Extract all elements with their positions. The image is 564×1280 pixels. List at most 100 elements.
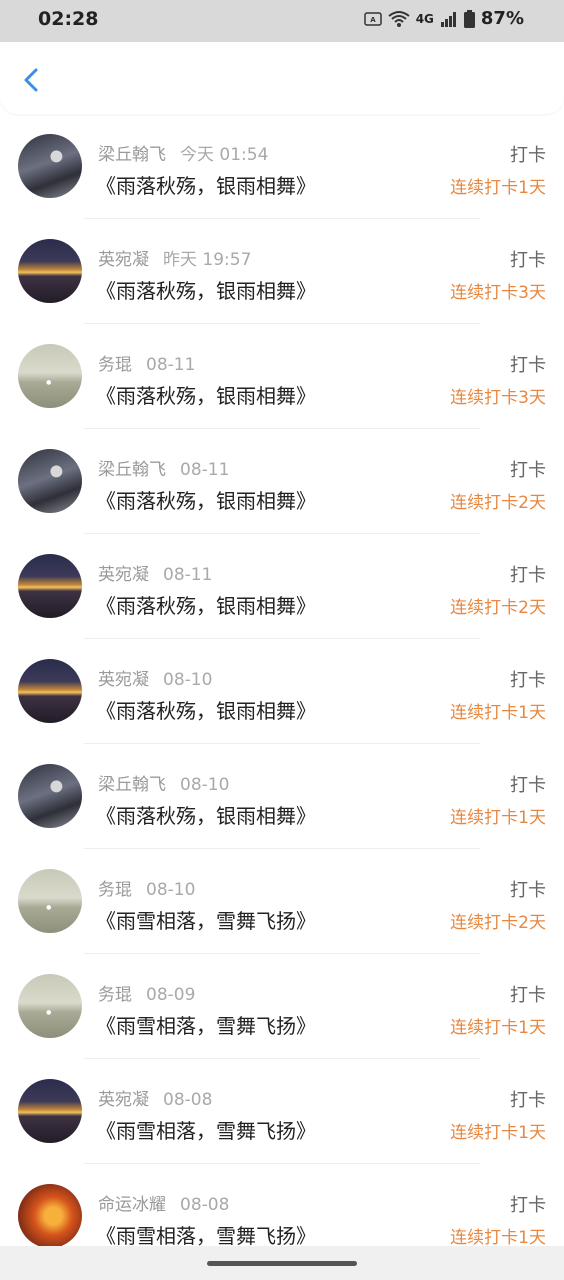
item-title[interactable]: 《雨雪相落，雪舞飞扬》 — [96, 905, 316, 934]
post-date: 08-11 — [146, 355, 196, 375]
list-item[interactable]: 英宛凝 昨天 19:57 《雨落秋殇，银雨相舞》 打卡连续打卡3天 — [0, 219, 564, 324]
checkin-label: 打卡 — [510, 460, 546, 481]
name-line: 梁丘翰飞 今天 01:54 — [98, 140, 268, 165]
streak-badge: 连续打卡1天 — [450, 808, 546, 828]
svg-text:A: A — [370, 16, 376, 24]
item-title[interactable]: 《雨雪相落，雪舞飞扬》 — [96, 1220, 316, 1249]
status-time: 02:28 — [38, 8, 99, 30]
user-name[interactable]: 命运冰耀 — [98, 1195, 166, 1215]
checkin-label: 打卡 — [510, 355, 546, 376]
list-item[interactable]: 英宛凝 08-10 《雨落秋殇，银雨相舞》 打卡连续打卡1天 — [0, 639, 564, 744]
app-header — [0, 42, 564, 114]
streak-badge: 连续打卡1天 — [450, 1123, 546, 1143]
chevron-left-icon — [14, 62, 50, 98]
checkin-list: 梁丘翰飞 今天 01:54 《雨落秋殇，银雨相舞》 打卡 连续打卡1天 英宛凝 昨天 19:… — [0, 114, 564, 1269]
post-date: 08-11 — [163, 565, 213, 585]
list-item[interactable]: 梁丘翰飞 今天 01:54 《雨落秋殇，银雨相舞》 打卡 连续打卡1天 — [0, 114, 564, 219]
name-line: 英宛凝 08-08 — [98, 1085, 212, 1110]
item-title[interactable]: 《雨落秋殇，银雨相舞》 — [96, 485, 316, 514]
checkin-label: 打卡 — [510, 775, 546, 796]
post-date: 08-09 — [146, 985, 196, 1005]
status-icons: A 4G 87% — [363, 8, 524, 29]
avatar[interactable] — [18, 239, 82, 303]
post-date: 08-11 — [180, 460, 230, 480]
name-line: 英宛凝 昨天 19:57 — [98, 245, 251, 270]
battery-percent: 87% — [480, 8, 524, 29]
signal-icon — [440, 11, 458, 27]
item-title[interactable]: 《雨落秋殇，银雨相舞》 — [96, 275, 316, 304]
avatar[interactable] — [18, 974, 82, 1038]
streak-badge: 连续打卡3天 — [450, 388, 546, 408]
checkin-label: 打卡 — [510, 250, 546, 271]
list-item[interactable]: 梁丘翰飞 08-10 《雨落秋殇，银雨相舞》 打卡连续打卡1天 — [0, 744, 564, 849]
item-title[interactable]: 《雨落秋殇，银雨相舞》 — [96, 695, 316, 724]
navigation-bar — [0, 1246, 564, 1280]
battery-icon — [463, 9, 475, 28]
checkin-label: 打卡 — [510, 1195, 546, 1216]
user-name[interactable]: 英宛凝 — [98, 565, 149, 585]
avatar[interactable] — [18, 1079, 82, 1143]
avatar[interactable] — [18, 449, 82, 513]
post-date: 昨天 19:57 — [163, 250, 252, 270]
item-title[interactable]: 《雨落秋殇，银雨相舞》 — [96, 800, 316, 829]
post-date: 08-10 — [163, 670, 213, 690]
name-line: 英宛凝 08-10 — [98, 665, 212, 690]
avatar[interactable] — [18, 869, 82, 933]
avatar[interactable] — [18, 659, 82, 723]
avatar[interactable] — [18, 1184, 82, 1248]
name-line: 务琨 08-09 — [98, 980, 195, 1005]
item-title[interactable]: 《雨落秋殇，银雨相舞》 — [96, 170, 316, 199]
list-item[interactable]: 务琨 08-11 《雨落秋殇，银雨相舞》 打卡连续打卡3天 — [0, 324, 564, 429]
post-date: 08-08 — [163, 1090, 213, 1110]
home-indicator[interactable] — [207, 1261, 357, 1266]
network-type: 4G — [415, 11, 434, 26]
post-date: 今天 01:54 — [180, 145, 269, 165]
user-name[interactable]: 务琨 — [98, 355, 132, 375]
list-item[interactable]: 英宛凝 08-08 《雨雪相落，雪舞飞扬》 打卡连续打卡1天 — [0, 1059, 564, 1164]
user-name[interactable]: 英宛凝 — [98, 670, 149, 690]
list-item[interactable]: 务琨 08-09 《雨雪相落，雪舞飞扬》 打卡连续打卡1天 — [0, 954, 564, 1059]
item-title[interactable]: 《雨落秋殇，银雨相舞》 — [96, 380, 316, 409]
nfc-icon: A — [363, 11, 382, 26]
user-name[interactable]: 梁丘翰飞 — [98, 775, 166, 795]
name-line: 梁丘翰飞 08-11 — [98, 455, 229, 480]
list-item[interactable]: 梁丘翰飞 08-11 《雨落秋殇，银雨相舞》 打卡连续打卡2天 — [0, 429, 564, 534]
checkin-label: 打卡 — [510, 670, 546, 691]
streak-badge: 连续打卡2天 — [450, 493, 546, 513]
item-title[interactable]: 《雨雪相落，雪舞飞扬》 — [96, 1010, 316, 1039]
name-line: 命运冰耀 08-08 — [98, 1190, 229, 1215]
name-line: 务琨 08-11 — [98, 350, 195, 375]
streak-badge: 连续打卡3天 — [450, 283, 546, 303]
item-title[interactable]: 《雨雪相落，雪舞飞扬》 — [96, 1115, 316, 1144]
avatar[interactable] — [18, 134, 82, 198]
checkin-label: 打卡 — [510, 1090, 546, 1111]
name-line: 务琨 08-10 — [98, 875, 195, 900]
back-button[interactable] — [14, 62, 50, 98]
streak-badge: 连续打卡1天 — [450, 1018, 546, 1038]
name-line: 英宛凝 08-11 — [98, 560, 212, 585]
list-item[interactable]: 务琨 08-10 《雨雪相落，雪舞飞扬》 打卡连续打卡2天 — [0, 849, 564, 954]
streak-badge: 连续打卡2天 — [450, 598, 546, 618]
user-name[interactable]: 英宛凝 — [98, 250, 149, 270]
user-name[interactable]: 梁丘翰飞 — [98, 145, 166, 165]
avatar[interactable] — [18, 764, 82, 828]
post-date: 08-10 — [146, 880, 196, 900]
user-name[interactable]: 务琨 — [98, 985, 132, 1005]
checkin-label: 打卡 — [510, 880, 546, 901]
streak-badge: 连续打卡2天 — [450, 913, 546, 933]
item-title[interactable]: 《雨落秋殇，银雨相舞》 — [96, 590, 316, 619]
user-name[interactable]: 务琨 — [98, 880, 132, 900]
streak-badge: 连续打卡1天 — [450, 703, 546, 723]
avatar[interactable] — [18, 344, 82, 408]
checkin-label: 打卡 — [510, 985, 546, 1006]
checkin-label: 打卡 — [510, 565, 546, 586]
name-line: 梁丘翰飞 08-10 — [98, 770, 229, 795]
list-item[interactable]: 英宛凝 08-11 《雨落秋殇，银雨相舞》 打卡连续打卡2天 — [0, 534, 564, 639]
avatar[interactable] — [18, 554, 82, 618]
post-date: 08-10 — [180, 775, 230, 795]
streak-badge: 连续打卡1天 — [450, 178, 546, 198]
user-name[interactable]: 英宛凝 — [98, 1090, 149, 1110]
wifi-icon — [388, 10, 410, 28]
post-date: 08-08 — [180, 1195, 230, 1215]
user-name[interactable]: 梁丘翰飞 — [98, 460, 166, 480]
